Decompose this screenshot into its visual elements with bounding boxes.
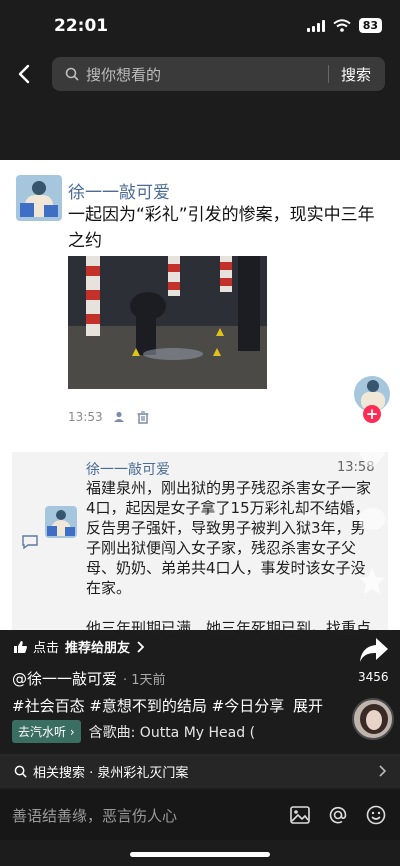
- music-row[interactable]: 去汽水听 › 含歌曲: Outta My Head (: [12, 720, 255, 743]
- comment-input[interactable]: 善语结善缘，恶言伤人心: [12, 805, 290, 826]
- related-search-text[interactable]: 相关搜索 · 泉州彩礼灭门案: [33, 762, 378, 781]
- comment-paragraph: 福建泉州，刚出狱的男子残忍杀害女子一家4口，起因是女子拿了15万彩礼却不结婚，反…: [86, 479, 372, 597]
- search-icon: [64, 66, 80, 82]
- post-username[interactable]: 徐一一敲可爱: [68, 178, 170, 203]
- post-avatar[interactable]: [16, 175, 62, 221]
- chevron-right-icon: [137, 640, 145, 653]
- comment-input-bar[interactable]: 善语结善缘，恶言伤人心: [0, 790, 400, 840]
- status-icons: 83: [306, 18, 382, 33]
- trash-icon[interactable]: [137, 410, 149, 424]
- comment-avatar[interactable]: [45, 506, 77, 538]
- follow-button[interactable]: +: [363, 405, 381, 423]
- thumbs-up-icon: [14, 640, 27, 653]
- comment-username[interactable]: 徐一一敲可爱: [86, 459, 170, 479]
- post-meta: 13:53: [68, 410, 149, 424]
- home-indicator: [130, 852, 270, 857]
- comment-icon[interactable]: [356, 505, 388, 535]
- author-name[interactable]: @徐一一敲可爱: [12, 670, 117, 688]
- author-line[interactable]: @徐一一敲可爱 · 1天前: [12, 668, 166, 689]
- back-button[interactable]: [10, 60, 38, 88]
- post-time: 13:53: [68, 410, 103, 424]
- music-disc-avatar[interactable]: [352, 698, 394, 740]
- emoji-icon[interactable]: [366, 805, 386, 825]
- comment-paragraph: 他三年刑期已满，她三年死期已到。找重点: [86, 619, 372, 637]
- search-icon: [14, 765, 27, 778]
- search-input[interactable]: 搜你想看的: [86, 64, 328, 85]
- chevron-right-icon: [379, 765, 386, 777]
- search-button[interactable]: 搜索: [329, 64, 385, 85]
- chevron-left-icon: [18, 64, 30, 84]
- post-text: 一起因为“彩礼”引发的惨案，现实中三年之约: [68, 205, 375, 251]
- share-count: 3456: [358, 670, 389, 684]
- recommend-label: 推荐给朋友: [65, 641, 131, 656]
- signal-icon: [306, 19, 325, 32]
- listen-chip[interactable]: 去汽水听 ›: [12, 720, 81, 743]
- expand-button[interactable]: 展开: [293, 697, 323, 715]
- hashtags[interactable]: #社会百态 #意想不到的结局 #今日分享 展开: [12, 695, 323, 716]
- comment-text: 福建泉州，刚出狱的男子残忍杀害女子一家4口，起因是女子拿了15万彩礼却不结婚，反…: [86, 478, 376, 658]
- battery-level: 83: [358, 18, 382, 33]
- recommend-to-friends[interactable]: 点击 推荐给朋友: [14, 637, 145, 656]
- wifi-icon: [333, 19, 351, 32]
- star-icon[interactable]: [357, 566, 387, 596]
- status-time: 22:01: [54, 16, 109, 36]
- comment-bubble-icon[interactable]: [22, 535, 38, 549]
- mention-icon[interactable]: [328, 805, 348, 825]
- share-icon[interactable]: [358, 636, 390, 664]
- related-search-bar[interactable]: 相关搜索 · 泉州彩礼灭门案: [0, 754, 400, 788]
- music-title[interactable]: 含歌曲: Outta My Head (: [89, 722, 255, 742]
- crime-scene-photo[interactable]: [68, 256, 267, 389]
- hashtag-list[interactable]: #社会百态 #意想不到的结局 #今日分享: [12, 697, 284, 715]
- heart-icon[interactable]: [356, 440, 388, 470]
- user-visibility-icon[interactable]: [113, 411, 127, 423]
- post-age: · 1天前: [123, 673, 166, 688]
- image-icon[interactable]: [290, 806, 310, 824]
- recommend-prefix: 点击: [33, 641, 60, 656]
- search-bar[interactable]: 搜你想看的 搜索: [52, 57, 385, 91]
